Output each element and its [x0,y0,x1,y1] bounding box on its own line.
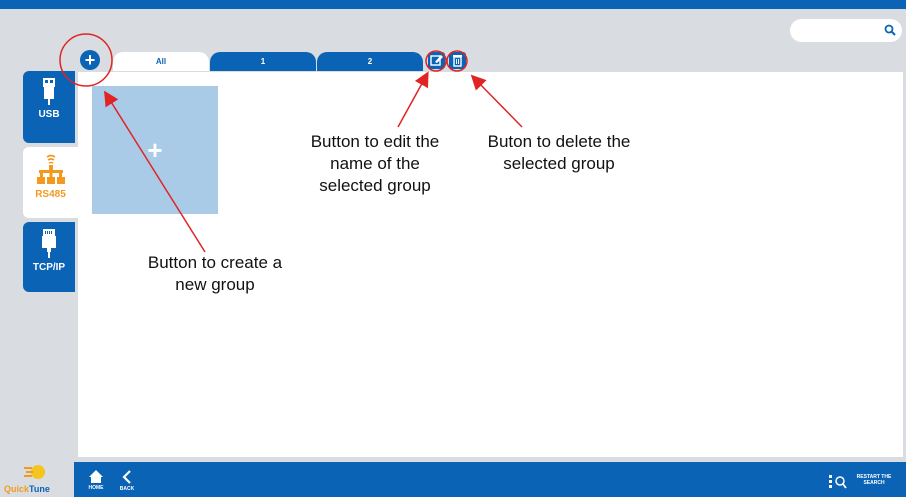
home-button[interactable]: HOME [85,470,107,491]
restart-search-button[interactable]: RESTART THE SEARCH [828,472,898,490]
arrow-delete [470,74,523,128]
home-label: HOME [88,485,104,491]
highlight-add-circle [59,33,113,87]
logo-text-quick: Quick [4,484,30,494]
quicktune-logo-icon [24,465,45,479]
back-label: BACK [119,486,135,492]
home-icon [89,470,103,483]
highlight-edit-circle [425,50,447,72]
arrow-edit [397,71,429,128]
restart-search-icon [829,475,847,489]
back-button[interactable]: BACK [116,470,138,492]
highlight-delete-circle [446,50,468,72]
quicktune-logo: QuickTune [0,460,74,497]
annotation-overlay [59,33,523,253]
restart-search-label: RESTART THE SEARCH [856,474,892,486]
logo-text-tune: Tune [29,484,50,494]
arrow-create [104,90,206,253]
chevron-left-icon [122,470,131,484]
